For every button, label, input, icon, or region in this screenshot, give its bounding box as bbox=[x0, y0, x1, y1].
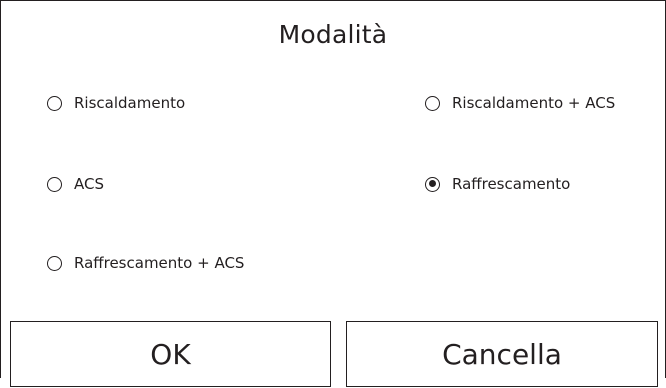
ok-button[interactable]: OK bbox=[10, 321, 331, 387]
option-riscaldamento[interactable]: Riscaldamento bbox=[47, 92, 185, 114]
mode-dialog: Modalità Riscaldamento Riscaldamento + A… bbox=[0, 0, 666, 387]
option-label: Riscaldamento bbox=[74, 94, 186, 112]
cancel-button[interactable]: Cancella bbox=[346, 321, 658, 387]
dialog-title: Modalità bbox=[278, 20, 388, 49]
radio-button[interactable] bbox=[47, 95, 62, 111]
option-raffrescamento-acs[interactable]: Raffrescamento + ACS bbox=[47, 252, 244, 274]
option-raffrescamento[interactable]: Raffrescamento bbox=[425, 173, 570, 195]
option-label: Riscaldamento + ACS bbox=[452, 94, 616, 112]
radio-button[interactable] bbox=[425, 95, 440, 111]
option-riscaldamento-acs[interactable]: Riscaldamento + ACS bbox=[425, 92, 615, 114]
option-label: Raffrescamento + ACS bbox=[74, 254, 245, 272]
radio-button[interactable] bbox=[47, 176, 62, 192]
option-label: ACS bbox=[74, 175, 104, 193]
option-acs[interactable]: ACS bbox=[47, 173, 104, 195]
radio-button[interactable] bbox=[425, 176, 440, 192]
option-label: Raffrescamento bbox=[452, 175, 571, 193]
radio-button[interactable] bbox=[47, 255, 62, 271]
